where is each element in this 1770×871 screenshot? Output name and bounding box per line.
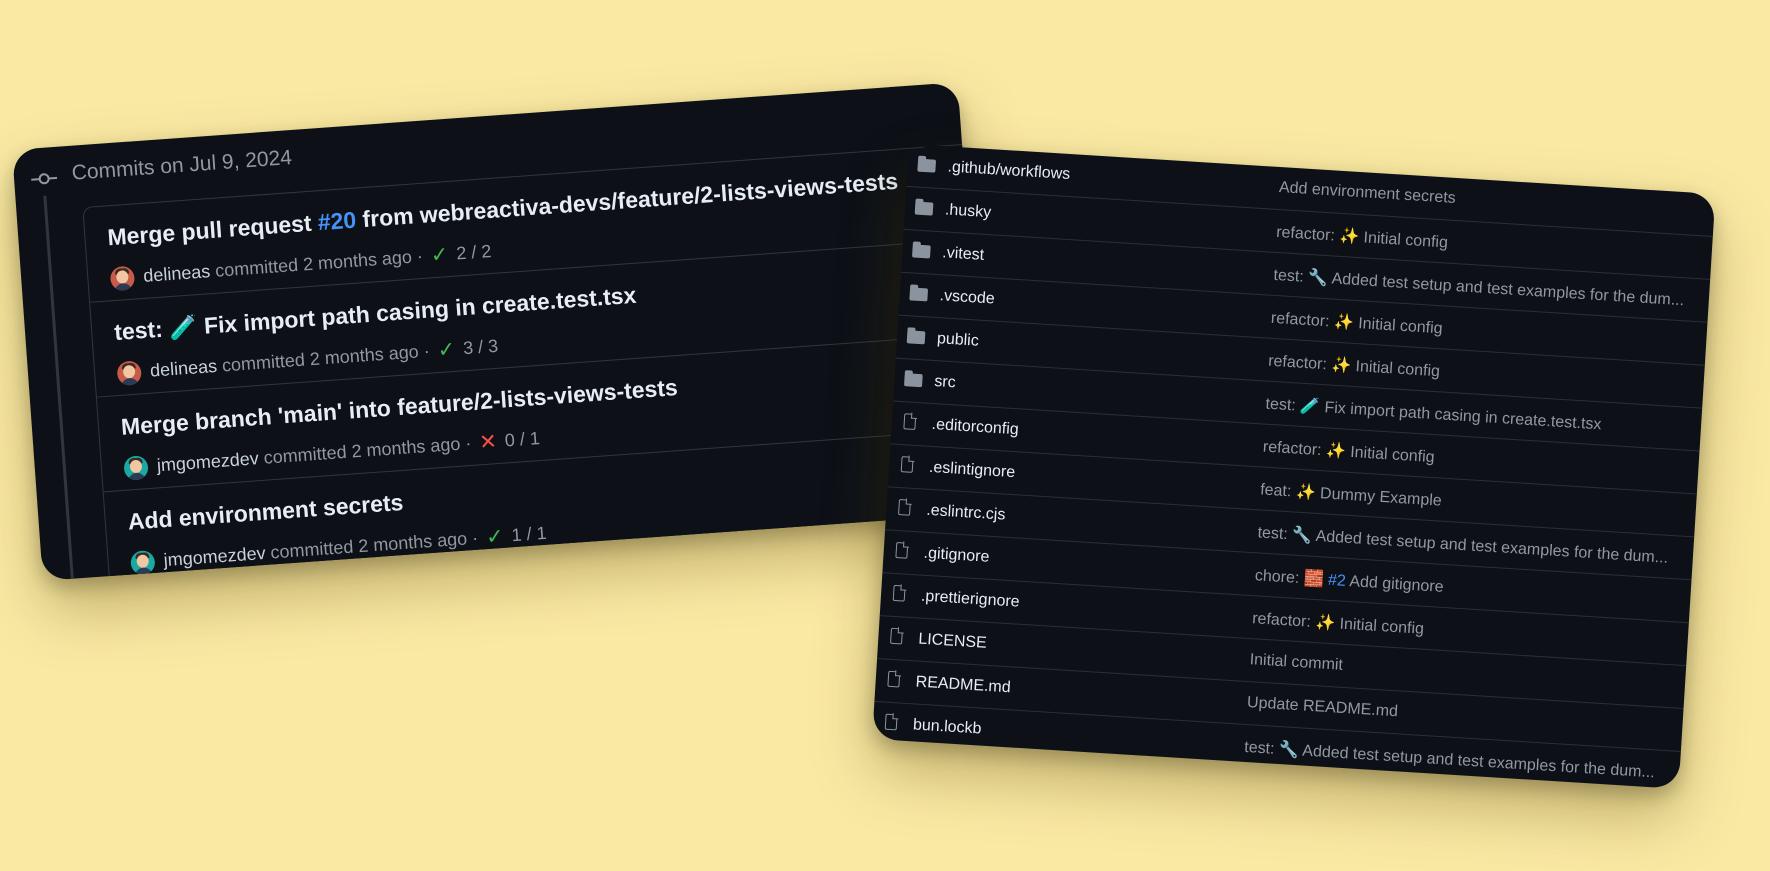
file-icon [896, 499, 917, 517]
file-list-panel: .github/workflows Add environment secrets… [872, 144, 1716, 789]
file-name[interactable]: public [936, 330, 979, 351]
commit-message[interactable]: refactor: ✨ Initial config [1276, 222, 1449, 253]
file-name[interactable]: .vitest [942, 244, 985, 265]
folder-icon [917, 157, 938, 174]
commit-author[interactable]: jmgomezdev [156, 448, 259, 476]
file-icon [888, 627, 909, 646]
checks-count[interactable]: 2 / 2 [456, 241, 492, 264]
check-icon[interactable]: ✓ [485, 524, 504, 550]
file-icon [885, 670, 906, 689]
commit-time: committed 2 months ago [262, 433, 462, 468]
commit-author[interactable]: delineas [143, 261, 211, 287]
file-icon [901, 413, 922, 431]
commit-message[interactable]: Initial commit [1249, 651, 1343, 675]
file-name[interactable]: .eslintignore [928, 459, 1015, 482]
commit-time: committed 2 months ago [221, 341, 420, 376]
commit-message[interactable]: refactor: ✨ Initial config [1262, 437, 1435, 468]
file-name[interactable]: .gitignore [923, 545, 990, 567]
avatar[interactable] [116, 359, 143, 386]
file-icon [891, 584, 912, 603]
commit-message[interactable]: refactor: ✨ Initial config [1270, 308, 1443, 339]
check-icon[interactable]: ✓ [430, 242, 449, 268]
file-name[interactable]: .github/workflows [947, 158, 1071, 184]
timeline-line [43, 195, 75, 581]
folder-icon [909, 285, 930, 302]
commit-time: committed 2 months ago [269, 528, 468, 563]
separator: · [471, 527, 479, 549]
folder-icon [914, 200, 936, 217]
folder-icon [911, 242, 933, 259]
commit-author[interactable]: jmgomezdev [163, 543, 266, 571]
file-name[interactable]: .prettierignore [920, 588, 1021, 612]
x-icon[interactable]: ✕ [478, 429, 497, 455]
commits-panel: Commits on Jul 9, 2024 Merge pull reques… [12, 82, 989, 581]
file-name[interactable]: .vscode [939, 287, 995, 308]
commit-node-icon [31, 173, 58, 185]
checks-count[interactable]: 0 / 1 [504, 428, 540, 451]
file-name[interactable]: .editorconfig [931, 416, 1019, 439]
file-icon [893, 541, 914, 560]
commit-message[interactable]: refactor: ✨ Initial config [1268, 351, 1441, 382]
commit-message[interactable]: Update README.md [1246, 694, 1399, 721]
file-name[interactable]: LICENSE [918, 631, 987, 653]
file-icon [883, 713, 904, 732]
folder-icon [906, 328, 928, 345]
commit-title[interactable]: Add environment secrets [127, 489, 404, 536]
issue-link[interactable]: #2 [1328, 572, 1347, 590]
checks-count[interactable]: 3 / 3 [462, 336, 498, 359]
pr-link[interactable]: #20 [317, 207, 357, 236]
check-icon[interactable]: ✓ [437, 337, 456, 363]
avatar[interactable] [129, 549, 156, 576]
file-name[interactable]: .husky [944, 201, 991, 222]
commit-list: Merge pull request #20 from webreactiva-… [82, 142, 989, 581]
separator: · [422, 340, 431, 362]
separator: · [464, 432, 473, 454]
folder-icon [903, 371, 925, 388]
file-name[interactable]: bun.lockb [912, 716, 982, 738]
commit-message[interactable]: feat: ✨ Dummy Example [1260, 479, 1443, 510]
separator: · [416, 245, 424, 267]
file-name[interactable]: README.md [915, 673, 1011, 697]
checks-count[interactable]: 1 / 1 [511, 523, 547, 546]
commit-message[interactable]: Add environment secrets [1278, 179, 1456, 208]
avatar[interactable] [109, 265, 136, 291]
commit-time: committed 2 months ago [214, 246, 413, 281]
file-icon [899, 456, 920, 474]
file-name[interactable]: src [934, 373, 956, 392]
avatar[interactable] [123, 454, 149, 481]
commit-message[interactable]: chore: 🧱 #2 Add gitignore [1254, 565, 1444, 597]
commits-date-heading: Commits on Jul 9, 2024 [70, 146, 293, 185]
commit-author[interactable]: delineas [149, 356, 217, 382]
file-name[interactable]: .eslintrc.cjs [926, 502, 1006, 525]
commit-message[interactable]: refactor: ✨ Initial config [1252, 608, 1425, 639]
